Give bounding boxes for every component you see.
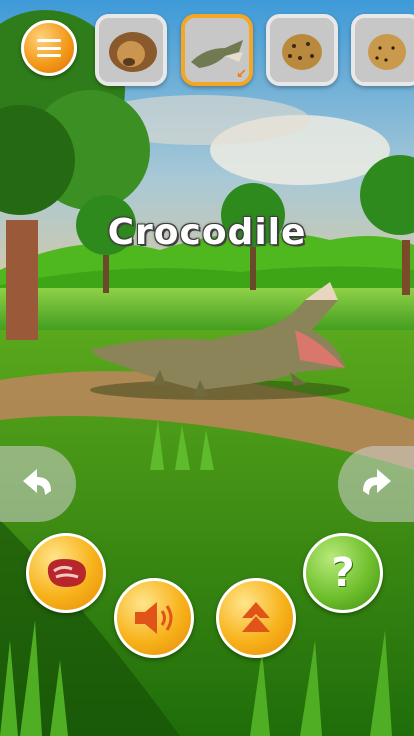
menu-button[interactable] bbox=[21, 20, 77, 76]
crocodile-thumb[interactable]: ↙ bbox=[181, 14, 253, 86]
animal-title: Crocodile bbox=[107, 212, 307, 253]
rotate-right-icon bbox=[363, 469, 391, 495]
cheetah-icon bbox=[355, 18, 414, 82]
lion-thumb[interactable] bbox=[95, 14, 167, 86]
rotate-right-button[interactable] bbox=[338, 446, 414, 522]
double-up-arrow-icon bbox=[242, 602, 270, 632]
game-scene: ↙ Crocodile ? bbox=[0, 0, 414, 736]
cheetah-thumb[interactable] bbox=[351, 14, 414, 86]
help-label: ? bbox=[331, 550, 355, 596]
lion-icon bbox=[99, 18, 163, 82]
leopard-thumb[interactable] bbox=[266, 14, 338, 86]
action-button[interactable] bbox=[216, 578, 296, 658]
savanna-background bbox=[0, 0, 414, 736]
help-button[interactable]: ? bbox=[303, 533, 383, 613]
meat-icon bbox=[47, 559, 86, 587]
speaker-icon bbox=[135, 602, 173, 634]
selected-arrow-icon: ↙ bbox=[236, 67, 247, 82]
rotate-left-button[interactable] bbox=[0, 446, 76, 522]
sound-button[interactable] bbox=[114, 578, 194, 658]
feed-button[interactable] bbox=[26, 533, 106, 613]
rotate-left-icon bbox=[23, 469, 51, 495]
hamburger-icon bbox=[37, 39, 61, 57]
leopard-icon bbox=[270, 18, 334, 82]
